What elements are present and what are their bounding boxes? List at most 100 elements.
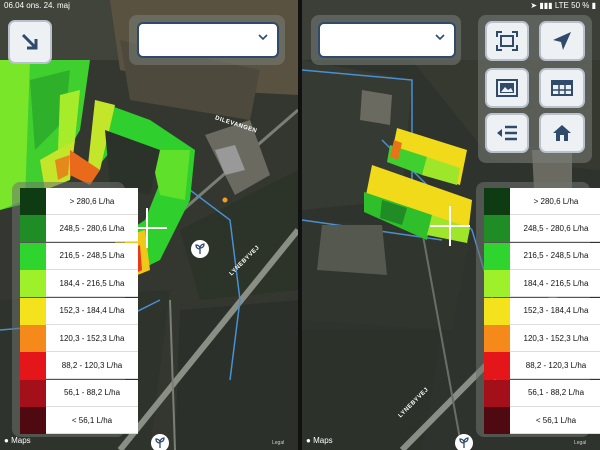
legend-swatch bbox=[484, 188, 510, 215]
home-button[interactable] bbox=[539, 113, 585, 153]
crosshair-right bbox=[430, 206, 470, 246]
legend-row: > 280,6 L/ha bbox=[20, 188, 138, 215]
list-menu-icon bbox=[497, 125, 517, 141]
legend-swatch bbox=[484, 325, 510, 352]
legend-row: 152,3 - 184,4 L/ha bbox=[484, 297, 600, 325]
legend-label: 56,1 - 88,2 L/ha bbox=[46, 379, 138, 407]
legend-row: < 56,1 L/ha bbox=[484, 407, 600, 435]
status-date: ons. 24. maj bbox=[26, 1, 70, 10]
legend-row: 56,1 - 88,2 L/ha bbox=[484, 379, 600, 407]
field-pin-left-bottom[interactable] bbox=[151, 434, 169, 450]
legend-label: 152,3 - 184,4 L/ha bbox=[46, 297, 138, 325]
legend-swatch bbox=[20, 215, 46, 243]
crosshair-vertical bbox=[146, 208, 148, 248]
legend-swatch bbox=[20, 297, 46, 325]
legend-swatch bbox=[20, 352, 46, 380]
location-icon: ➤ bbox=[530, 1, 538, 10]
legend-row: 56,1 - 88,2 L/ha bbox=[20, 379, 138, 407]
legal-link-right[interactable]: Legal bbox=[574, 440, 586, 446]
legend-label: 248,5 - 280,6 L/ha bbox=[510, 215, 600, 243]
status-time-date: 06.04 ons. 24. maj bbox=[4, 0, 70, 12]
legend-row: 248,5 - 280,6 L/ha bbox=[20, 215, 138, 243]
chevron-down-icon bbox=[258, 34, 268, 41]
crosshair-vertical bbox=[449, 206, 451, 246]
left-map-pane[interactable]: 06.04 ons. 24. maj DILEVANGEN LYNEBYVEJ … bbox=[0, 0, 298, 450]
legend-label: 248,5 - 280,6 L/ha bbox=[46, 215, 138, 243]
legend-label: 152,3 - 184,4 L/ha bbox=[510, 297, 600, 325]
legend-row: 120,3 - 152,3 L/ha bbox=[20, 325, 138, 352]
legend-label: 56,1 - 88,2 L/ha bbox=[510, 379, 600, 407]
legend-row: 152,3 - 184,4 L/ha bbox=[20, 297, 138, 325]
fit-screen-icon bbox=[496, 31, 518, 51]
legend-row: < 56,1 L/ha bbox=[20, 407, 138, 435]
maps-text: Maps bbox=[313, 436, 333, 445]
battery-percent: 50 % bbox=[571, 1, 590, 10]
legend-row: 184,4 - 216,5 L/ha bbox=[484, 270, 600, 298]
legend-label: 88,2 - 120,3 L/ha bbox=[46, 352, 138, 380]
legend-label: < 56,1 L/ha bbox=[510, 407, 600, 435]
legend-label: 88,2 - 120,3 L/ha bbox=[510, 352, 600, 380]
legend-panel-left: > 280,6 L/ha 248,5 - 280,6 L/ha 216,5 - 24… bbox=[12, 182, 138, 437]
legend-swatch bbox=[20, 270, 46, 298]
legend-row: 216,5 - 248,5 L/ha bbox=[484, 242, 600, 270]
table-icon bbox=[551, 80, 573, 96]
right-map-pane[interactable]: ➤ ▮▮▮ LTE 50 % ▮ LYNEBYVEJ > 280,6 L/ha … bbox=[302, 0, 600, 450]
legend-swatch bbox=[484, 379, 510, 407]
sprout-icon bbox=[195, 243, 205, 254]
legend-row: 120,3 - 152,3 L/ha bbox=[484, 325, 600, 352]
maps-attribution-right[interactable]: ● Maps bbox=[306, 436, 333, 445]
image-layer-icon bbox=[496, 79, 518, 97]
legend-label: 216,5 - 248,5 L/ha bbox=[46, 242, 138, 270]
collapse-button[interactable] bbox=[8, 20, 52, 64]
legend-swatch bbox=[20, 407, 46, 435]
legend-swatch bbox=[484, 215, 510, 243]
legend-label: > 280,6 L/ha bbox=[510, 188, 600, 215]
legal-link-left[interactable]: Legal bbox=[272, 440, 284, 446]
home-icon bbox=[553, 125, 571, 141]
legend-swatch bbox=[20, 242, 46, 270]
legend-row: 216,5 - 248,5 L/ha bbox=[20, 242, 138, 270]
legend-row: 88,2 - 120,3 L/ha bbox=[20, 352, 138, 380]
legend-label: < 56,1 L/ha bbox=[46, 407, 138, 435]
chevron-down-icon bbox=[435, 34, 445, 41]
apple-icon: ● bbox=[306, 436, 311, 445]
legend-swatch bbox=[484, 242, 510, 270]
status-right: ➤ ▮▮▮ LTE 50 % ▮ bbox=[530, 0, 596, 12]
sprout-icon bbox=[155, 437, 165, 448]
apple-icon: ● bbox=[4, 436, 9, 445]
legend-swatch bbox=[484, 352, 510, 380]
left-dropdown-select[interactable] bbox=[137, 22, 279, 58]
legend-row: > 280,6 L/ha bbox=[484, 188, 600, 215]
signal-icon: ▮▮▮ bbox=[539, 1, 553, 10]
table-button[interactable] bbox=[539, 68, 585, 108]
sprout-icon bbox=[459, 437, 469, 448]
right-dropdown-select[interactable] bbox=[318, 22, 456, 58]
legend-label: 120,3 - 152,3 L/ha bbox=[510, 325, 600, 352]
list-menu-button[interactable] bbox=[485, 113, 529, 153]
arrow-down-right-icon bbox=[21, 33, 38, 50]
legend-label: 184,4 - 216,5 L/ha bbox=[46, 270, 138, 298]
battery-icon: ▮ bbox=[591, 1, 596, 10]
legend-swatch bbox=[484, 407, 510, 435]
legend-swatch bbox=[20, 325, 46, 352]
maps-attribution-left[interactable]: ● Maps bbox=[4, 436, 31, 445]
legend-row: 184,4 - 216,5 L/ha bbox=[20, 270, 138, 298]
legend-swatch bbox=[20, 188, 46, 215]
fit-screen-button[interactable] bbox=[485, 21, 529, 61]
status-time: 06.04 bbox=[4, 1, 25, 10]
field-pin-left[interactable] bbox=[191, 240, 209, 258]
legend-swatch bbox=[20, 379, 46, 407]
legend-row: 88,2 - 120,3 L/ha bbox=[484, 352, 600, 380]
legend-label: 120,3 - 152,3 L/ha bbox=[46, 325, 138, 352]
legend-label: > 280,6 L/ha bbox=[46, 188, 138, 215]
legend-label: 184,4 - 216,5 L/ha bbox=[510, 270, 600, 298]
locate-button[interactable] bbox=[539, 21, 585, 61]
legend-label: 216,5 - 248,5 L/ha bbox=[510, 242, 600, 270]
field-pin-right-bottom[interactable] bbox=[455, 434, 473, 450]
maps-text: Maps bbox=[11, 436, 31, 445]
network-type: LTE bbox=[554, 1, 569, 10]
legend-row: 248,5 - 280,6 L/ha bbox=[484, 215, 600, 243]
legend-panel-right: > 280,6 L/ha 248,5 - 280,6 L/ha 216,5 - 24… bbox=[476, 182, 600, 437]
image-layer-button[interactable] bbox=[485, 68, 529, 108]
legend-swatch bbox=[484, 270, 510, 298]
